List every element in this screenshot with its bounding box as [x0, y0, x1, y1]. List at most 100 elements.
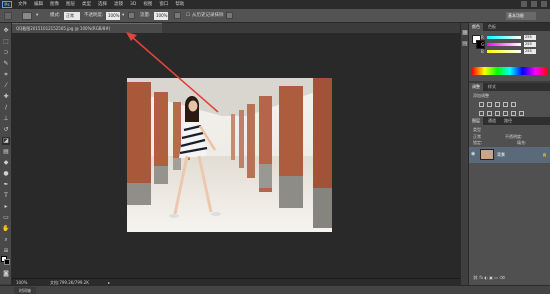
- tab-color[interactable]: 颜色: [469, 23, 483, 31]
- layers-panel-tabs: 图层 通道 路径: [469, 117, 550, 125]
- exposure-icon[interactable]: [503, 102, 508, 107]
- default-colors-icon[interactable]: ⊞: [2, 247, 10, 255]
- document-tab-bar: QQ截图20151012152505.jpg @ 100%(RGB/8#): [12, 23, 460, 33]
- tab-layers[interactable]: 图层: [469, 117, 483, 125]
- tab-swatches[interactable]: 色板: [485, 23, 499, 31]
- layer-name[interactable]: 背景: [497, 152, 505, 158]
- menu-file[interactable]: 文件: [18, 1, 27, 8]
- tab-styles[interactable]: 样式: [485, 83, 499, 91]
- zoom-tool-icon[interactable]: ⌕: [2, 236, 10, 244]
- tool-preset-icon[interactable]: [4, 12, 12, 20]
- green-slider[interactable]: [487, 43, 521, 46]
- brush-size-icon[interactable]: ▾: [36, 12, 38, 20]
- photo-filter-icon[interactable]: [503, 111, 508, 116]
- opacity-label: 不透明度:: [84, 13, 104, 18]
- menu-edit[interactable]: 编辑: [34, 1, 43, 8]
- maximize-button[interactable]: [531, 1, 537, 7]
- flow-input[interactable]: 100%: [154, 12, 168, 20]
- tab-adjustments[interactable]: 调整: [469, 83, 483, 91]
- shape-tool-icon[interactable]: ▭: [2, 214, 10, 222]
- opacity-input[interactable]: 100%: [106, 12, 120, 20]
- type-tool-icon[interactable]: T: [2, 192, 10, 200]
- eyedropper-tool-icon[interactable]: ⁄: [2, 82, 10, 90]
- pressure-size-icon[interactable]: [226, 12, 233, 19]
- menu-window[interactable]: 窗口: [159, 1, 168, 8]
- erase-to-history-label: 从历史记录抹除: [192, 13, 224, 18]
- menu-type[interactable]: 类型: [82, 1, 91, 8]
- menu-bar: Ps 文件 编辑 图像 图层 类型 选择 滤镜 3D 视图 窗口 帮助: [0, 0, 550, 9]
- green-value[interactable]: 255: [524, 42, 536, 47]
- status-bar: 100% 文档:799.2K/799.2K ▸: [12, 278, 460, 285]
- crop-tool-icon[interactable]: ⌗: [2, 71, 10, 79]
- document-tab[interactable]: QQ截图20151012152505.jpg @ 100%(RGB/8#): [12, 23, 162, 33]
- move-tool-icon[interactable]: ✥: [2, 27, 10, 35]
- mode-select[interactable]: 正常: [64, 12, 80, 20]
- chevron-down-icon[interactable]: ▾: [122, 12, 124, 20]
- red-label: R: [481, 35, 484, 40]
- layer-kind-filter[interactable]: 类型: [473, 127, 481, 133]
- menu-filter[interactable]: 滤镜: [114, 1, 123, 8]
- pressure-opacity-icon[interactable]: [128, 12, 135, 19]
- hue-icon[interactable]: [479, 111, 484, 116]
- timeline-tab[interactable]: 时间轴: [14, 287, 36, 294]
- red-value[interactable]: 255: [524, 35, 536, 40]
- vibrance-icon[interactable]: [511, 102, 516, 107]
- hand-tool-icon[interactable]: ✋: [2, 225, 10, 233]
- gradient-tool-icon[interactable]: ▤: [2, 148, 10, 156]
- adjust-row-1: [479, 102, 516, 107]
- menu-help[interactable]: 帮助: [175, 1, 184, 8]
- clone-stamp-tool-icon[interactable]: ⊥: [2, 115, 10, 123]
- erase-to-history-checkbox[interactable]: ☐: [186, 12, 190, 20]
- background-color-swatch[interactable]: [4, 259, 10, 265]
- photo-arcade-girl: [127, 78, 332, 232]
- brush-preset-picker[interactable]: [22, 12, 32, 20]
- brush-tool-icon[interactable]: ∕: [2, 104, 10, 112]
- tab-channels[interactable]: 通道: [485, 117, 499, 125]
- menu-layer[interactable]: 图层: [66, 1, 75, 8]
- blur-tool-icon[interactable]: ◆: [2, 159, 10, 167]
- eraser-tool-icon[interactable]: ◪: [2, 137, 10, 145]
- eye-icon[interactable]: ◉: [471, 152, 477, 157]
- lock-icon: 🔒: [542, 152, 547, 157]
- tools-panel: ✥ ⬚ ⊃ ✎ ⌗ ⁄ ✚ ∕ ⊥ ↺ ◪ ▤ ◆ ● ✒ T ▸ ▭ ✋ ⌕ …: [0, 23, 12, 284]
- quick-select-tool-icon[interactable]: ✎: [2, 60, 10, 68]
- document-image[interactable]: [127, 78, 332, 232]
- close-button[interactable]: [541, 1, 547, 7]
- healing-tool-icon[interactable]: ✚: [2, 93, 10, 101]
- blue-label: B: [481, 49, 484, 54]
- tab-paths[interactable]: 路径: [501, 117, 515, 125]
- minimize-button[interactable]: [521, 1, 527, 7]
- menu-3d[interactable]: 3D: [130, 1, 136, 8]
- color-spectrum[interactable]: [472, 67, 548, 75]
- marquee-tool-icon[interactable]: ⬚: [2, 38, 10, 46]
- workspace-switcher[interactable]: 基本功能: [506, 12, 536, 20]
- menu-select[interactable]: 选择: [98, 1, 107, 8]
- levels-icon[interactable]: [487, 102, 492, 107]
- quick-mask-icon[interactable]: ◙: [2, 270, 10, 278]
- menu-view[interactable]: 视图: [143, 1, 152, 8]
- color-panel: R 255 G 255 B 255: [469, 31, 550, 81]
- lasso-tool-icon[interactable]: ⊃: [2, 49, 10, 57]
- blue-slider[interactable]: [487, 50, 521, 53]
- menu-image[interactable]: 图像: [50, 1, 59, 8]
- path-select-tool-icon[interactable]: ▸: [2, 203, 10, 211]
- color-balance-icon[interactable]: [487, 111, 492, 116]
- dodge-tool-icon[interactable]: ●: [2, 170, 10, 178]
- red-slider[interactable]: [487, 36, 521, 39]
- history-brush-tool-icon[interactable]: ↺: [2, 126, 10, 134]
- pen-tool-icon[interactable]: ✒: [2, 181, 10, 189]
- channel-mixer-icon[interactable]: [511, 111, 516, 116]
- curves-icon[interactable]: [495, 102, 500, 107]
- lookup-icon[interactable]: [519, 111, 524, 116]
- bw-icon[interactable]: [495, 111, 500, 116]
- brightness-icon[interactable]: [479, 102, 484, 107]
- layer-row-background[interactable]: ◉ 背景 🔒: [469, 147, 550, 163]
- blue-value[interactable]: 255: [524, 49, 536, 54]
- adjust-title: 添加调整: [473, 93, 489, 98]
- layers-panel: 类型 正常 不透明度: 锁定: 填充: ◉ 背景 🔒 ⛓ fx ◐ ▣ ▭ ⌫: [469, 125, 550, 285]
- layer-footer-icons[interactable]: ⛓ fx ◐ ▣ ▭ ⌫: [473, 275, 505, 280]
- main-menu: 文件 编辑 图像 图层 类型 选择 滤镜 3D 视图 窗口 帮助: [18, 1, 184, 8]
- collapsed-panel-strip: ▦ ▤: [460, 23, 468, 285]
- airbrush-icon[interactable]: [174, 12, 181, 19]
- right-panels: 颜色 色板 R 255 G 255 B 255 调整 样式 添加调整 图层 通道…: [468, 23, 550, 285]
